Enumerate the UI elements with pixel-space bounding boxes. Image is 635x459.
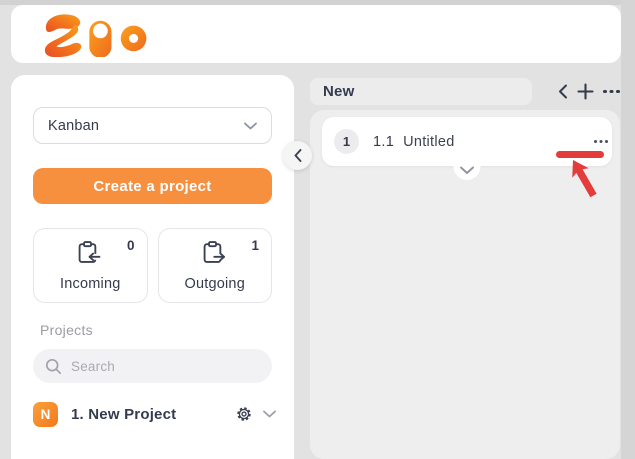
card-title: Untitled	[403, 134, 455, 150]
outgoing-count: 1	[251, 238, 259, 253]
clipboard-arrow-in-icon	[74, 239, 102, 272]
project-avatar: N	[33, 402, 58, 427]
chevron-down-icon	[244, 122, 257, 130]
create-project-button[interactable]: Create a project	[33, 168, 272, 204]
view-mode-value: Kanban	[48, 118, 99, 134]
stats-row: 0 Incoming 1	[33, 228, 272, 303]
search-icon	[45, 358, 62, 375]
incoming-card[interactable]: 0 Incoming	[33, 228, 148, 303]
gear-icon[interactable]	[235, 405, 253, 423]
chevron-left-icon	[294, 149, 302, 162]
column-controls	[532, 78, 620, 105]
search-input[interactable]	[71, 359, 241, 374]
sidebar-collapse-button[interactable]	[283, 141, 312, 170]
outgoing-card[interactable]: 1 Outgoing	[158, 228, 273, 303]
outgoing-label: Outgoing	[159, 276, 272, 292]
project-name: 1. New Project	[71, 406, 176, 423]
app-header	[11, 5, 621, 63]
ellipsis-icon[interactable]	[603, 90, 620, 94]
annotation-arrow-icon	[530, 150, 610, 225]
ellipsis-icon[interactable]	[594, 136, 597, 147]
card-number-badge: 1	[334, 129, 359, 154]
card-code: 1.1	[373, 134, 394, 150]
clipboard-arrow-out-icon	[199, 239, 227, 272]
chevron-down-icon[interactable]	[263, 410, 276, 418]
projects-section-label: Projects	[40, 322, 93, 338]
zio-logo-icon	[33, 11, 151, 57]
view-mode-select[interactable]: Kanban	[33, 107, 272, 144]
sidebar: Kanban Create a project 0 Incomin	[11, 75, 294, 459]
project-list-item[interactable]: N 1. New Project	[33, 399, 278, 429]
column-title: New	[323, 83, 354, 100]
app-window: Kanban Create a project 0 Incomin	[0, 0, 635, 459]
right-edge	[621, 0, 635, 459]
incoming-label: Incoming	[34, 276, 147, 292]
column-title-pill[interactable]: New	[310, 78, 532, 105]
plus-icon[interactable]	[577, 83, 594, 100]
project-search[interactable]	[33, 349, 272, 383]
incoming-count: 0	[127, 238, 135, 253]
chevron-left-icon[interactable]	[558, 84, 568, 99]
chevron-down-icon	[460, 166, 475, 175]
